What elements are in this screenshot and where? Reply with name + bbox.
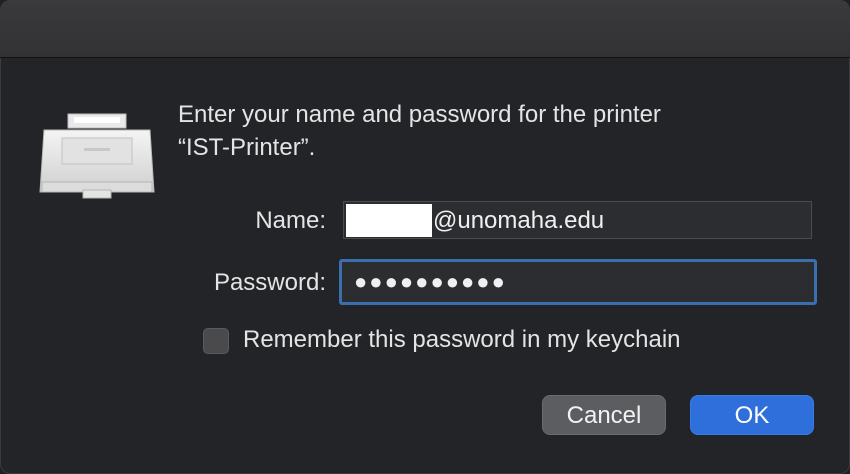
password-label: Password:: [213, 269, 326, 296]
name-field[interactable]: @unomaha.edu: [343, 201, 812, 239]
printer-icon: [38, 112, 156, 202]
cancel-button[interactable]: Cancel: [542, 395, 666, 435]
name-field-value: @unomaha.edu: [433, 207, 605, 234]
name-label: Name:: [255, 207, 326, 234]
remember-keychain-checkbox[interactable]: [203, 328, 229, 354]
redacted-username: [346, 204, 432, 237]
password-field-value: ●●●●●●●●●●: [354, 269, 507, 294]
ok-button[interactable]: OK: [690, 395, 814, 435]
dialog-message: Enter your name and password for the pri…: [178, 98, 818, 164]
password-field[interactable]: ●●●●●●●●●●: [339, 259, 817, 305]
dialog-titlebar[interactable]: [0, 0, 850, 58]
message-line-1: Enter your name and password for the pri…: [178, 101, 661, 128]
password-dialog: Enter your name and password for the pri…: [0, 0, 850, 474]
remember-keychain-label[interactable]: Remember this password in my keychain: [243, 326, 681, 354]
message-line-2: “IST-Printer”.: [178, 134, 316, 161]
